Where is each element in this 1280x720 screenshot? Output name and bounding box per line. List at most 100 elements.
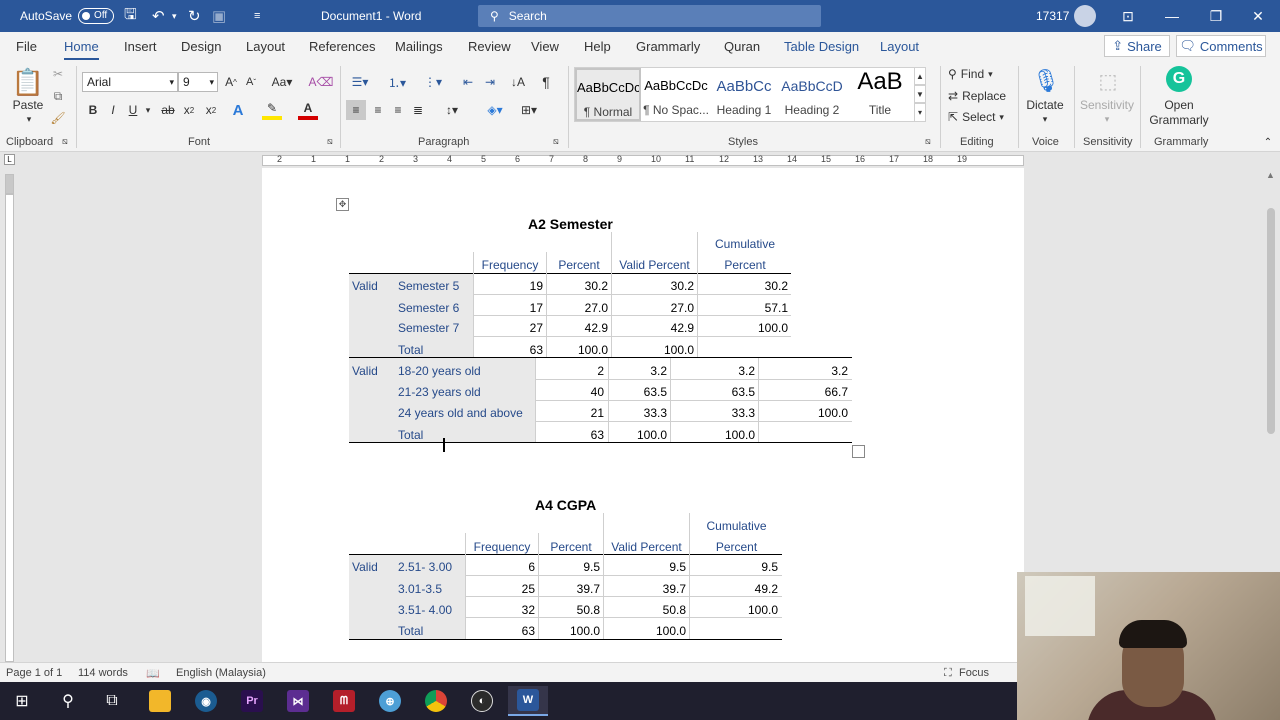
- search-icon[interactable]: ⚲: [48, 686, 88, 716]
- multilevel-list-icon[interactable]: ⋮▾: [418, 72, 448, 92]
- undo-icon[interactable]: ↶: [152, 0, 165, 32]
- proofing-icon[interactable]: 📖: [146, 667, 160, 680]
- tab-design[interactable]: Design: [181, 39, 221, 54]
- customize-toolbar-icon[interactable]: ≡: [254, 0, 260, 32]
- minimize-icon[interactable]: —: [1150, 0, 1194, 32]
- decrease-indent-icon[interactable]: ⇤: [458, 72, 478, 92]
- cut-icon[interactable]: ✂: [50, 66, 66, 82]
- tab-grammarly[interactable]: Grammarly: [636, 39, 700, 54]
- touch-mode-icon[interactable]: ▣: [212, 0, 226, 32]
- tab-quran[interactable]: Quran: [724, 39, 760, 54]
- undo-dropdown-icon[interactable]: ▾: [172, 0, 177, 32]
- grammarly-icon[interactable]: G: [1166, 66, 1192, 92]
- autosave-toggle[interactable]: Off: [78, 8, 115, 24]
- styles-launcher-icon[interactable]: ⧅: [925, 136, 931, 147]
- tab-references[interactable]: References: [309, 39, 375, 54]
- change-case-icon[interactable]: Aa▾: [268, 72, 296, 92]
- shading-icon[interactable]: ◈▾: [480, 100, 510, 120]
- search-box[interactable]: ⚲ Search: [478, 5, 821, 27]
- open-grammarly-line1[interactable]: Open: [1150, 98, 1208, 112]
- steam-icon[interactable]: ◉: [186, 686, 226, 716]
- tab-table-layout[interactable]: Layout: [880, 39, 919, 54]
- sensitivity-icon[interactable]: ⬚: [1094, 66, 1122, 96]
- tab-help[interactable]: Help: [584, 39, 611, 54]
- style-normal[interactable]: AaBbCcDc ¶ Normal: [575, 68, 641, 121]
- obs-icon[interactable]: ◐: [462, 686, 502, 716]
- avatar[interactable]: [1074, 0, 1096, 32]
- bold-icon[interactable]: B: [84, 100, 102, 120]
- windows-start-icon[interactable]: ⊞: [2, 686, 42, 716]
- visual-studio-icon[interactable]: ⋈: [278, 686, 318, 716]
- align-right-icon[interactable]: ≡: [388, 100, 408, 120]
- show-formatting-marks-icon[interactable]: ¶: [536, 72, 556, 92]
- align-center-icon[interactable]: ≡: [368, 100, 388, 120]
- underline-dropdown-icon[interactable]: ▾: [143, 100, 153, 120]
- justify-icon[interactable]: ≣: [408, 100, 428, 120]
- tab-file[interactable]: File: [16, 39, 37, 54]
- font-size-box[interactable]: 9 ▾: [178, 72, 218, 92]
- grow-font-icon[interactable]: A ^: [222, 72, 240, 92]
- sensitivity-button[interactable]: Sensitivity: [1078, 98, 1136, 112]
- line-spacing-icon[interactable]: ↕▾: [438, 100, 466, 120]
- text-effects-icon[interactable]: A: [228, 100, 248, 120]
- chrome-icon[interactable]: [416, 686, 456, 716]
- paste-button[interactable]: Paste: [10, 98, 46, 112]
- style-heading-1[interactable]: AaBbCc Heading 1: [711, 68, 777, 121]
- focus-icon[interactable]: ⛶: [944, 667, 952, 680]
- sensitivity-dropdown-icon[interactable]: ▾: [1102, 114, 1112, 125]
- comments-button[interactable]: 🗨 Comments: [1176, 35, 1266, 57]
- autosave-control[interactable]: AutoSave Off: [20, 0, 115, 32]
- borders-icon[interactable]: ⊞▾: [514, 100, 544, 120]
- find-button[interactable]: ⚲ Find ▾: [948, 66, 993, 82]
- bullets-icon[interactable]: ☰▾: [346, 72, 374, 92]
- format-painter-icon[interactable]: 🖌: [50, 110, 66, 126]
- table-resize-handle[interactable]: [852, 445, 865, 458]
- clipboard-launcher-icon[interactable]: ⧅: [62, 136, 68, 147]
- paste-icon[interactable]: 📋: [12, 66, 44, 98]
- focus-button[interactable]: Focus: [959, 667, 989, 679]
- dictate-dropdown-icon[interactable]: ▾: [1040, 114, 1050, 125]
- sort-icon[interactable]: ↓A: [508, 72, 528, 92]
- tab-mailings[interactable]: Mailings: [395, 39, 443, 54]
- tab-insert[interactable]: Insert: [124, 39, 157, 54]
- file-explorer-icon[interactable]: [140, 686, 180, 716]
- task-view-icon[interactable]: ⧉: [92, 686, 132, 716]
- scroll-up-icon[interactable]: ▲: [1266, 170, 1275, 180]
- vertical-ruler[interactable]: [0, 168, 18, 662]
- paragraph-launcher-icon[interactable]: ⧅: [553, 136, 559, 147]
- styles-more-icon[interactable]: ▾: [914, 103, 926, 122]
- subscript-icon[interactable]: x2: [180, 100, 198, 120]
- underline-icon[interactable]: U: [124, 100, 142, 120]
- redo-icon[interactable]: ↻: [188, 0, 201, 32]
- restore-icon[interactable]: ❐: [1194, 0, 1238, 32]
- styles-scroll-down-icon[interactable]: ▼: [914, 85, 926, 103]
- font-launcher-icon[interactable]: ⧅: [327, 136, 333, 147]
- premiere-pro-icon[interactable]: Pr: [232, 686, 272, 716]
- save-icon[interactable]: 🖫: [124, 0, 137, 32]
- style-title[interactable]: AaB Title: [847, 68, 913, 121]
- superscript-icon[interactable]: x2: [202, 100, 220, 120]
- microphone-icon[interactable]: 🎙: [1032, 66, 1060, 96]
- font-color-icon[interactable]: A: [298, 100, 318, 120]
- replace-button[interactable]: ⇄ Replace: [948, 88, 1006, 104]
- word-icon[interactable]: W: [508, 686, 548, 716]
- horizontal-ruler[interactable]: L 2 1 1 2 3 4 5 6 7 8 9 10 11 12 13 14 15 16 17 18 19: [0, 152, 1280, 168]
- page-count[interactable]: Page 1 of 1: [6, 667, 62, 679]
- tab-layout[interactable]: Layout: [246, 39, 285, 54]
- shrink-font-icon[interactable]: Aˇ: [242, 72, 260, 92]
- clear-formatting-icon[interactable]: A⌫: [309, 72, 334, 92]
- italic-icon[interactable]: I: [104, 100, 122, 120]
- close-icon[interactable]: ✕: [1236, 0, 1280, 32]
- tab-home[interactable]: Home: [64, 39, 99, 60]
- share-button[interactable]: ⇪ Share: [1104, 35, 1170, 57]
- mendeley-icon[interactable]: ᗰ: [324, 686, 364, 716]
- increase-indent-icon[interactable]: ⇥: [480, 72, 500, 92]
- styles-scroll-up-icon[interactable]: ▲: [914, 67, 926, 85]
- highlight-icon[interactable]: ✎: [262, 100, 282, 120]
- table-move-handle-icon[interactable]: ✥: [336, 198, 349, 211]
- select-button[interactable]: ⇱ Select ▾: [948, 109, 1004, 125]
- copy-icon[interactable]: ⧉: [50, 88, 66, 104]
- globe-app-icon[interactable]: ⊕: [370, 686, 410, 716]
- tab-view[interactable]: View: [531, 39, 559, 54]
- font-name-box[interactable]: Arial ▾: [82, 72, 178, 92]
